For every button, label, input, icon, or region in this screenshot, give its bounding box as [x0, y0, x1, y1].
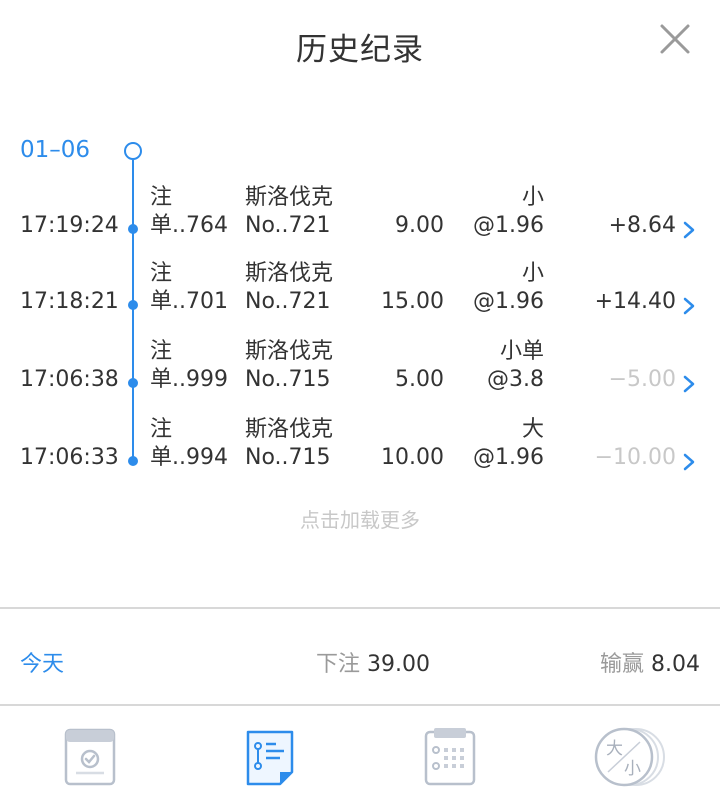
close-icon[interactable] [654, 18, 696, 60]
record-result: −10.00 [594, 445, 676, 470]
tab-history[interactable] [242, 726, 298, 788]
record-league: 斯洛伐克 [245, 261, 334, 286]
record-bet-type: 小单 [499, 339, 544, 364]
timeline-start-node [124, 142, 142, 160]
tab-betting[interactable] [62, 726, 118, 788]
record-stake: 9.00 [395, 213, 444, 238]
record-bet-type: 大 [521, 417, 544, 442]
today-filter-button[interactable]: 今天 [20, 646, 64, 678]
record-order-number: 单..994 [150, 445, 228, 470]
record-order-number: 单..701 [150, 289, 228, 314]
record-league: 斯洛伐克 [245, 417, 334, 442]
record-league: 斯洛伐克 [245, 339, 334, 364]
record-time: 17:06:33 [20, 445, 119, 470]
record-order-type: 注 [150, 185, 173, 210]
total-win-loss-value: 8.04 [651, 652, 700, 677]
record-odds: @1.96 [473, 289, 544, 314]
timeline-dot [128, 456, 138, 466]
chevron-right-icon[interactable] [682, 452, 696, 472]
divider [0, 607, 720, 609]
total-bet: 下注 39.00 [316, 646, 430, 678]
record-order-type: 注 [150, 339, 173, 364]
record-match: No..715 [245, 445, 331, 470]
record-stake: 10.00 [381, 445, 444, 470]
load-more-button[interactable]: 点击加载更多 [0, 504, 720, 533]
record-bet-type: 小 [521, 261, 544, 286]
summary-bar: 今天 下注 39.00 输赢 8.04 [0, 610, 720, 704]
record-time: 17:19:24 [20, 213, 119, 238]
record-row[interactable]: 17:06:33 注 单..994 斯洛伐克 No..715 10.00 大 @… [0, 408, 720, 474]
record-time: 17:18:21 [20, 289, 119, 314]
record-result: +8.64 [608, 213, 676, 238]
tab-calendar[interactable] [422, 726, 478, 788]
record-stake: 15.00 [381, 289, 444, 314]
record-bet-type: 小 [521, 185, 544, 210]
record-match: No..715 [245, 367, 331, 392]
chevron-right-icon[interactable] [682, 374, 696, 394]
record-order-type: 注 [150, 261, 173, 286]
big-label: 大 [606, 739, 623, 759]
record-result: +14.40 [594, 289, 676, 314]
record-odds: @3.8 [487, 367, 544, 392]
record-time: 17:06:38 [20, 367, 119, 392]
history-list-icon [246, 730, 294, 786]
page-title: 历史纪录 [296, 32, 424, 68]
chevron-right-icon[interactable] [682, 220, 696, 240]
record-order-number: 单..999 [150, 367, 228, 392]
record-row[interactable]: 17:19:24 注 单..764 斯洛伐克 No..721 9.00 小 @1… [0, 176, 720, 242]
record-odds: @1.96 [473, 445, 544, 470]
record-row[interactable]: 17:18:21 注 单..701 斯洛伐克 No..721 15.00 小 @… [0, 252, 720, 318]
tab-big-small[interactable]: 大 小 [594, 726, 666, 788]
total-bet-label: 下注 [316, 652, 361, 677]
timeline-dot [128, 224, 138, 234]
record-result: −5.00 [608, 367, 676, 392]
small-label: 小 [624, 759, 641, 779]
total-win-loss-label: 输赢 [600, 652, 645, 677]
record-order-type: 注 [150, 417, 173, 442]
record-row[interactable]: 17:06:38 注 单..999 斯洛伐克 No..715 5.00 小单 @… [0, 330, 720, 396]
record-match: No..721 [245, 289, 331, 314]
record-league: 斯洛伐克 [245, 185, 334, 210]
record-stake: 5.00 [395, 367, 444, 392]
record-odds: @1.96 [473, 213, 544, 238]
timeline-dot [128, 378, 138, 388]
big-small-coin-icon: 大 小 [594, 727, 665, 787]
betting-slip-icon [64, 728, 116, 786]
chevron-right-icon[interactable] [682, 296, 696, 316]
record-order-number: 单..764 [150, 213, 228, 238]
bottom-tab-bar: 大 小 [0, 706, 720, 810]
total-bet-value: 39.00 [367, 652, 430, 677]
timeline-date: 01–06 [20, 137, 91, 163]
header: 历史纪录 [0, 0, 720, 95]
total-win-loss: 输赢 8.04 [600, 646, 700, 678]
record-match: No..721 [245, 213, 331, 238]
calendar-grid-icon [424, 728, 476, 786]
timeline-dot [128, 300, 138, 310]
